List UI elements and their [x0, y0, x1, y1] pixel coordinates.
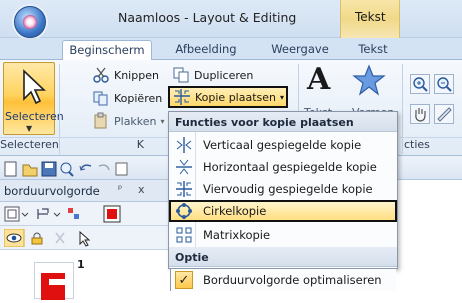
copy-button[interactable]: Kopiëren [92, 89, 162, 107]
panel-pin-icon[interactable]: ᵖ [118, 184, 122, 195]
menu-header: Functies voor kopie plaatsen [169, 112, 397, 132]
clipboard-icon [94, 112, 107, 129]
duplicate-button[interactable]: Dupliceren [172, 66, 253, 84]
menu-item-horizontal-mirror[interactable]: Horizontaal gespiegelde kopie [171, 156, 395, 178]
zoom-in-icon [413, 77, 428, 92]
panel-title-text: borduurvolgorde [4, 184, 100, 198]
panel-toolbar-2-icons [4, 229, 91, 247]
place-copy-dropdown-icon: ▾ [280, 92, 285, 102]
zoom-out-button[interactable] [434, 74, 454, 94]
copy-label: Kopiëren [114, 91, 163, 105]
red-stitch-shape-icon [41, 273, 65, 300]
select-dropdown-arrow-icon[interactable]: ▼ [26, 124, 32, 133]
menu-item-vertical-mirror[interactable]: Verticaal gespiegelde kopie [171, 134, 395, 156]
panel-close-button[interactable]: x [138, 183, 145, 196]
context-tab-label: Tekst [355, 10, 386, 24]
group-label-functions: cties [400, 137, 462, 154]
menu-item-label: Matrixkopie [203, 228, 271, 242]
select-button-label: Selecteren [5, 110, 64, 123]
matrix-copy-icon [176, 227, 192, 243]
cut-button[interactable]: Knippen [92, 66, 159, 84]
hand-icon [415, 108, 426, 122]
menu-item-matrix-copy[interactable]: Matrixkopie [171, 224, 395, 246]
measure-button[interactable] [434, 104, 454, 124]
pan-button[interactable] [410, 104, 430, 124]
menu-item-fourfold-mirror[interactable]: Viervoudig gespiegelde kopie [171, 178, 395, 200]
menu-item-label: Borduurvolgorde optimaliseren [203, 273, 382, 287]
panel-toolbar [0, 202, 172, 226]
menu-item-label: Cirkelkopie [203, 204, 267, 218]
group-label-clipboard: K [60, 137, 168, 154]
qat-icons [4, 161, 128, 177]
thumbnail-number: 1 [77, 258, 85, 271]
ruler-icon [437, 107, 452, 122]
checkmark-icon: ✓ [175, 271, 193, 289]
application-menu-button[interactable] [14, 6, 46, 38]
panel-body: 1 [0, 250, 172, 300]
zoom-out-icon [437, 77, 452, 92]
duplicate-icon [173, 67, 189, 83]
panel-title: borduurvolgorde [0, 180, 172, 202]
menu-section-optie: Optie [169, 247, 397, 267]
circle-copy-icon [176, 203, 192, 219]
tab-weergave[interactable]: Weergave [260, 40, 340, 60]
menu-item-label: Horizontaal gespiegelde kopie [203, 160, 377, 174]
cut-label: Knippen [114, 68, 159, 82]
copy-icon [93, 91, 108, 106]
window-title: Naamloos - Layout & Editing [118, 10, 297, 25]
text-A-icon: A [307, 62, 331, 97]
horizontal-mirror-icon [176, 159, 192, 175]
place-copy-icon [174, 89, 190, 105]
sewing-order-thumbnail[interactable] [34, 262, 74, 300]
paste-dropdown-icon: ▾ [160, 116, 165, 126]
shapes-star-icon [352, 64, 386, 96]
place-copy-content: Kopie plaatsen ▾ [173, 88, 284, 106]
vertical-mirror-icon [176, 137, 192, 153]
fourfold-mirror-icon [176, 181, 192, 197]
paste-label: Plakken [114, 114, 157, 128]
menu-item-label: Verticaal gespiegelde kopie [203, 138, 362, 152]
duplicate-label: Dupliceren [194, 68, 254, 82]
tab-tekst[interactable]: Tekst [348, 40, 398, 60]
place-copy-label: Kopie plaatsen [195, 90, 277, 104]
panel-toolbar-icons [4, 205, 121, 223]
paste-button[interactable]: Plakken ▾ [92, 112, 165, 130]
app-logo-icon [23, 15, 37, 29]
panel-toolbar-2 [0, 226, 172, 250]
tab-afbeelding[interactable]: Afbeelding [166, 40, 246, 60]
place-copy-menu: Functies voor kopie plaatsen Verticaal g… [168, 111, 398, 269]
scissors-icon [93, 67, 109, 83]
menu-item-circle-copy[interactable]: Cirkelkopie [169, 200, 397, 222]
group-label-select: Selecteren [0, 137, 59, 154]
menu-item-optimize-order[interactable]: ✓ Borduurvolgorde optimaliseren [170, 269, 396, 291]
cursor-arrow-icon [23, 69, 47, 105]
menu-item-label: Viervoudig gespiegelde kopie [203, 182, 373, 196]
context-tab-header: Tekst [340, 0, 400, 38]
tab-beginscherm[interactable]: Beginscherm [62, 40, 152, 61]
zoom-in-button[interactable] [410, 74, 430, 94]
